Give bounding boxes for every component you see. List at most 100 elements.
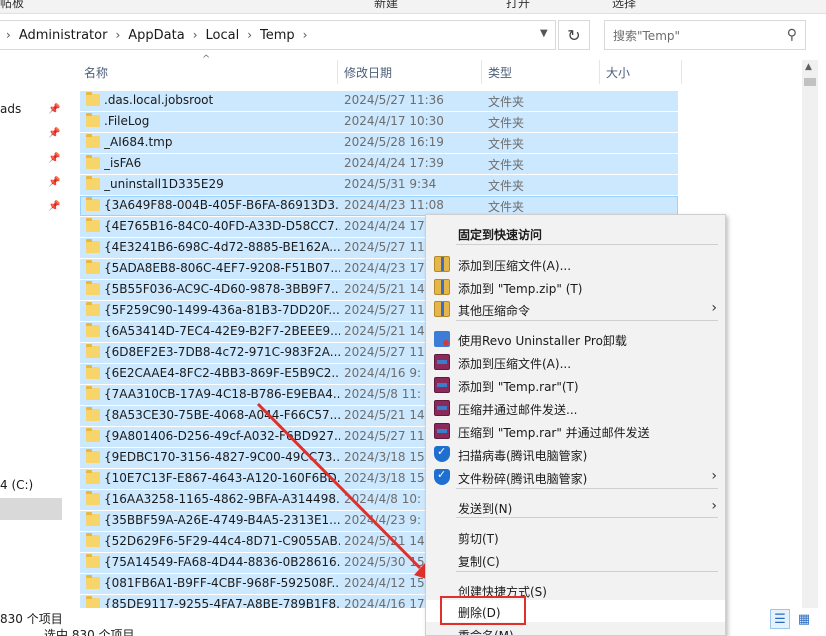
file-modified-date: 2024/4/24 17: [344, 219, 429, 233]
chevron-right-icon: › [711, 498, 717, 514]
file-name: {9EDBC170-3156-4827-9C00-49CC73... [104, 450, 340, 464]
folder-icon [86, 533, 100, 547]
breadcrumb-separator[interactable]: › [193, 28, 198, 42]
file-row[interactable]: .das.local.jobsroot 2024/5/27 11:36 文件夹 [80, 90, 680, 111]
address-bar[interactable]: › Administrator › AppData › Local › Temp… [0, 20, 556, 50]
breadcrumb-separator[interactable]: › [303, 28, 308, 42]
file-name: {7AA310CB-17A9-4C18-B786-E9EBA4... [104, 387, 340, 401]
menu-separator [456, 571, 718, 572]
column-header-name[interactable]: 名称 [80, 60, 338, 84]
pin-icon[interactable]: 📌 [48, 104, 60, 115]
column-header-type[interactable]: 类型 [484, 60, 600, 84]
chevron-down-icon[interactable]: ▼ [540, 28, 548, 39]
pin-icon[interactable]: 📌 [48, 201, 60, 212]
file-modified-date: 2024/4/8 10: [344, 492, 422, 506]
scroll-up-icon[interactable]: ▲ [805, 62, 812, 72]
refresh-icon[interactable]: ↻ [558, 20, 590, 50]
file-name: {5ADA8EB8-806C-4EF7-9208-F51B07... [104, 261, 340, 275]
pin-icon[interactable]: 📌 [48, 177, 60, 188]
nav-item-selected[interactable] [0, 498, 62, 520]
file-row[interactable]: _AI684.tmp 2024/5/28 16:19 文件夹 [80, 132, 680, 153]
ribbon-clipboard-label[interactable]: 帖板 [0, 0, 24, 11]
folder-icon [86, 323, 100, 337]
menu-item-label: 使用Revo Uninstaller Pro卸载 [458, 334, 627, 348]
shield-icon [434, 445, 450, 462]
menu-item-label: 添加到压缩文件(A)... [458, 259, 572, 273]
folder-icon [86, 491, 100, 505]
breadcrumb-appdata[interactable]: AppData [128, 28, 184, 43]
file-type: 文件夹 [488, 95, 525, 109]
file-name: {10E7C13F-E867-4643-A120-160F6BD... [104, 471, 340, 485]
file-name: {3A649F88-004B-405F-B6FA-86913D3... [104, 198, 340, 212]
file-name: {16AA3258-1165-4862-9BFA-A314498... [104, 492, 340, 506]
menu-item-cut[interactable]: 剪切(T) [426, 526, 725, 548]
menu-item-add-to-archive-rar[interactable]: 添加到压缩文件(A)... [426, 351, 725, 373]
file-modified-date: 2024/4/23 17: [344, 261, 429, 275]
file-name: {6E2CAAE4-8FC2-4BB3-869F-E5B9C2... [104, 366, 340, 380]
revo-icon [434, 331, 450, 347]
winrar-icon [434, 354, 450, 370]
file-type: 文件夹 [488, 137, 525, 151]
menu-item-copy[interactable]: 复制(C) [426, 549, 725, 571]
winrar-icon [434, 400, 450, 416]
pin-icon[interactable]: 📌 [48, 128, 60, 139]
breadcrumb-temp[interactable]: Temp [260, 28, 295, 43]
menu-item-compress-to-temp-rar-email[interactable]: 压缩到 "Temp.rar" 并通过邮件发送 [426, 420, 725, 442]
file-name: {5B55F036-AC9C-4D60-9878-3BB9F7... [104, 282, 340, 296]
address-row: › Administrator › AppData › Local › Temp… [0, 14, 826, 56]
file-modified-date: 2024/4/17 10:30 [344, 114, 444, 128]
breadcrumb-separator[interactable]: › [247, 28, 252, 42]
search-input[interactable]: 搜索"Temp" ⚲ [604, 20, 806, 50]
file-modified-date: 2024/5/27 11: [344, 303, 429, 317]
file-row[interactable]: _uninstall1D335E29 2024/5/31 9:34 文件夹 [80, 174, 680, 195]
file-modified-date: 2024/4/12 15: [344, 576, 429, 590]
folder-icon [86, 155, 100, 169]
breadcrumb-separator: › [6, 28, 11, 42]
menu-item-more-compress-commands[interactable]: 其他压缩命令 › [426, 298, 725, 320]
menu-separator [456, 244, 718, 245]
vertical-scrollbar[interactable]: ▲ [802, 60, 818, 608]
chevron-right-icon: › [711, 468, 717, 484]
nav-item-drive-c[interactable]: 4 (C:) [0, 478, 33, 492]
menu-item-add-to-temp-rar[interactable]: 添加到 "Temp.rar"(T) [426, 374, 725, 396]
menu-item-label: 压缩并通过邮件发送... [458, 403, 578, 417]
file-modified-date: 2024/5/21 14: [344, 324, 429, 338]
shield-icon [434, 468, 450, 485]
ribbon-select-label[interactable]: 选择 [612, 0, 636, 11]
search-placeholder: 搜索"Temp" [613, 28, 681, 43]
zip-icon [434, 256, 450, 272]
file-modified-date: 2024/5/21 14: [344, 408, 429, 422]
menu-item-add-to-temp-zip[interactable]: 添加到 "Temp.zip" (T) [426, 276, 725, 298]
breadcrumb-administrator[interactable]: Administrator [19, 28, 108, 43]
menu-item-pin-to-quick-access[interactable]: 固定到快速访问 [426, 222, 725, 244]
ribbon-open-label[interactable]: 打开 [506, 0, 530, 11]
file-row[interactable]: .FileLog 2024/4/17 10:30 文件夹 [80, 111, 680, 132]
folder-icon [86, 134, 100, 148]
file-name: {8A53CE30-75BE-4068-A044-F66C57... [104, 408, 340, 422]
menu-item-compress-and-email[interactable]: 压缩并通过邮件发送... [426, 397, 725, 419]
menu-item-file-shred[interactable]: 文件粉碎(腾讯电脑管家) › [426, 466, 725, 488]
details-view-icon[interactable]: ☰ [770, 609, 790, 629]
file-name: {081FB6A1-B9FF-4CBF-968F-592508F... [104, 576, 340, 590]
context-menu: 固定到快速访问 添加到压缩文件(A)... 添加到 "Temp.zip" (T) 其他… [425, 214, 726, 636]
breadcrumb-separator[interactable]: › [115, 28, 120, 42]
menu-item-label: 剪切(T) [458, 532, 499, 546]
large-icons-view-icon[interactable]: ▦ [794, 609, 814, 629]
menu-item-send-to[interactable]: 发送到(N) › [426, 496, 725, 518]
menu-item-scan-virus[interactable]: 扫描病毒(腾讯电脑管家) [426, 443, 725, 465]
breadcrumb-local[interactable]: Local [206, 28, 240, 43]
scrollbar-thumb[interactable] [804, 78, 816, 86]
pin-icon[interactable]: 📌 [48, 153, 60, 164]
column-header-modified[interactable]: 修改日期 [340, 60, 482, 84]
file-modified-date: 2024/5/8 11: [344, 387, 422, 401]
ribbon-new-label[interactable]: 新建 [374, 0, 398, 11]
column-header-size[interactable]: 大小 [602, 60, 682, 84]
folder-icon [86, 344, 100, 358]
search-icon[interactable]: ⚲ [787, 27, 797, 43]
file-row[interactable]: {3A649F88-004B-405F-B6FA-86913D3... 2024/… [80, 195, 680, 216]
menu-item-revo-uninstall[interactable]: 使用Revo Uninstaller Pro卸载 [426, 328, 725, 350]
file-name: {75A14549-FA68-4D44-8836-0B28616... [104, 555, 340, 569]
nav-item-downloads[interactable]: ads [0, 102, 21, 116]
file-row[interactable]: _isFA6 2024/4/24 17:39 文件夹 [80, 153, 680, 174]
menu-item-add-to-archive-zip[interactable]: 添加到压缩文件(A)... [426, 253, 725, 275]
